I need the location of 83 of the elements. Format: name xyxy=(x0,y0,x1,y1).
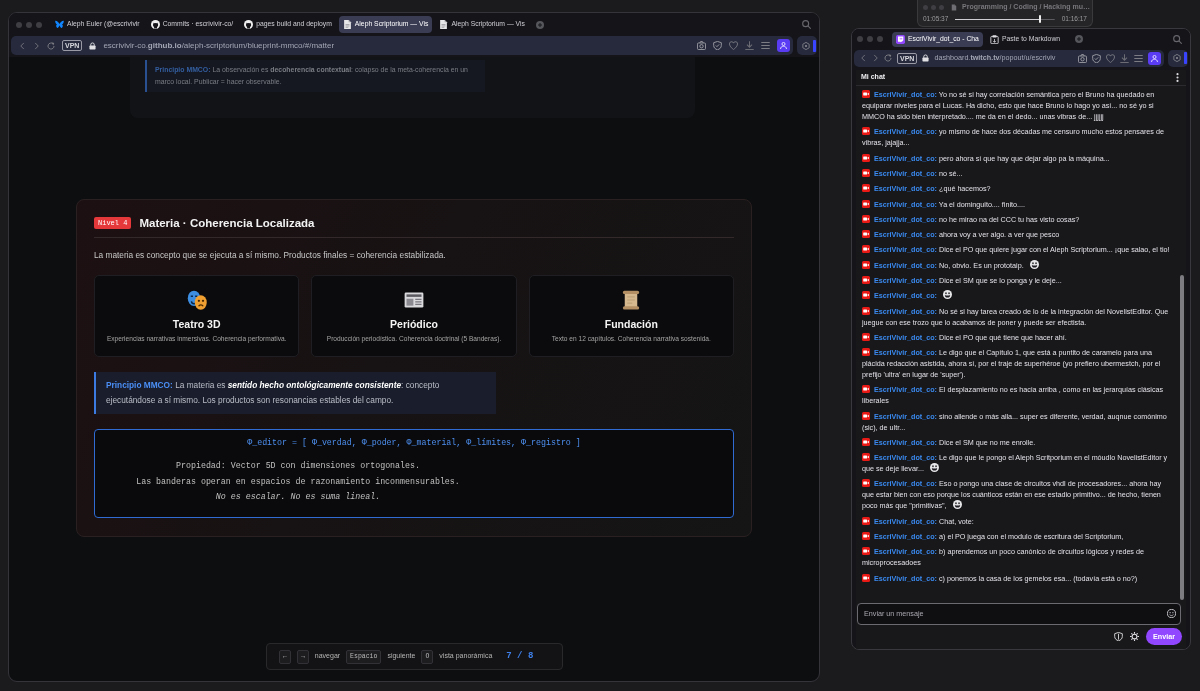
video-camera-icon xyxy=(862,385,870,394)
shield-check-icon[interactable] xyxy=(1092,53,1101,63)
product-title: Teatro 3D xyxy=(172,318,221,331)
video-camera-icon xyxy=(862,275,870,284)
list-icon[interactable] xyxy=(761,41,770,50)
search-icon[interactable] xyxy=(802,20,811,29)
shield-check-icon[interactable] xyxy=(713,41,722,50)
accent-strip-icon xyxy=(1184,52,1187,64)
video-camera-icon xyxy=(862,306,870,315)
accent-strip-icon xyxy=(813,39,816,52)
document-icon xyxy=(951,4,957,11)
video-camera-icon xyxy=(862,532,870,541)
slider-thumb[interactable] xyxy=(1038,15,1041,23)
video-camera-icon xyxy=(862,348,870,357)
cat-icon xyxy=(150,20,160,29)
video-camera-icon xyxy=(862,260,870,269)
lock-icon[interactable] xyxy=(922,54,930,62)
video-camera-icon xyxy=(862,153,870,162)
scroll-icon xyxy=(621,290,642,310)
video-camera-icon xyxy=(862,437,870,446)
camera-icon[interactable] xyxy=(1078,53,1087,63)
video-camera-icon xyxy=(862,199,870,208)
clipboard-icon xyxy=(989,34,999,44)
more-options-icon[interactable] xyxy=(1176,73,1179,82)
formula-line: Las banderas operan en espacios de razonamiento inconmensurables. xyxy=(135,475,461,488)
plus-icon[interactable] xyxy=(1075,35,1084,43)
video-camera-icon xyxy=(862,573,870,582)
video-camera-icon xyxy=(862,245,870,254)
product-title: Periódico xyxy=(390,318,438,331)
formula-line: Propiedad: Vector 5D con dimensiones ortogonales. xyxy=(175,460,421,472)
list-icon[interactable] xyxy=(1134,53,1143,63)
video-camera-icon xyxy=(862,411,870,420)
reload-icon[interactable] xyxy=(884,54,892,62)
search-icon[interactable] xyxy=(1173,34,1182,44)
product-title: Fundación xyxy=(604,318,658,331)
formula-line: No es escalar. No es suma lineal. xyxy=(214,491,382,503)
video-camera-icon xyxy=(862,214,870,223)
video-camera-icon xyxy=(862,332,870,341)
plus-icon[interactable] xyxy=(535,20,544,29)
lock-icon[interactable] xyxy=(89,41,97,50)
back-icon[interactable] xyxy=(19,41,26,50)
hexagon-icon[interactable] xyxy=(1173,54,1181,62)
video-camera-icon xyxy=(862,516,870,525)
formula-equation: Φ_editor = [ Φ_verdad, Φ_poder, Φ_material, Φ_límites, Φ_registro ] xyxy=(246,437,582,449)
butterfly-icon xyxy=(55,20,64,29)
video-camera-icon xyxy=(862,291,870,300)
person-icon xyxy=(1151,54,1158,62)
video-camera-icon xyxy=(862,90,870,99)
scrollbar-thumb[interactable] xyxy=(1180,274,1184,600)
chat-bubble-icon xyxy=(896,34,905,44)
page-icon xyxy=(342,20,352,29)
theater-masks-icon xyxy=(186,290,207,310)
download-icon[interactable] xyxy=(1120,53,1129,63)
forward-icon[interactable] xyxy=(33,41,40,50)
page-icon xyxy=(439,20,449,29)
person-icon xyxy=(780,42,787,49)
hexagon-icon[interactable] xyxy=(802,41,810,50)
smiley-icon[interactable] xyxy=(1167,609,1176,619)
video-camera-icon xyxy=(862,453,870,462)
video-camera-icon xyxy=(862,547,870,556)
heart-icon[interactable] xyxy=(729,41,738,50)
video-camera-icon xyxy=(862,127,870,136)
slide-intro: La materia es concepto que se ejecuta a sí mismo. Productos finales = coherencia estabilizada. xyxy=(94,249,447,261)
back-icon[interactable] xyxy=(860,54,867,62)
newspaper-icon xyxy=(404,290,424,310)
principle-text: Principio MMCO: La materia es sentido hecho ontológicamente consistente: concepto ejecutándose a sí mismo. Los productos son resonancias estables del campo. xyxy=(106,379,441,407)
profile-button[interactable] xyxy=(777,39,790,52)
video-camera-icon xyxy=(862,230,870,239)
url-text[interactable]: escrivivir-co.github.io/aleph-scriptorium/blueprint-mmco/#/matter xyxy=(103,39,335,52)
cat-icon xyxy=(244,20,254,29)
video-camera-icon xyxy=(862,479,870,488)
download-icon[interactable] xyxy=(745,41,754,50)
camera-icon[interactable] xyxy=(697,41,706,50)
reload-icon[interactable] xyxy=(47,41,55,50)
video-camera-icon xyxy=(862,169,870,177)
slide-title: Materia · Coherencia Localizada xyxy=(139,216,315,231)
settings-icon[interactable] xyxy=(1130,631,1139,641)
heart-icon[interactable] xyxy=(1106,53,1115,63)
shield-icon[interactable] xyxy=(1114,631,1123,641)
slide-counter: 7 / 8 xyxy=(506,649,534,663)
forward-icon[interactable] xyxy=(872,54,879,62)
profile-button[interactable] xyxy=(1148,51,1161,65)
video-camera-icon xyxy=(862,184,870,193)
